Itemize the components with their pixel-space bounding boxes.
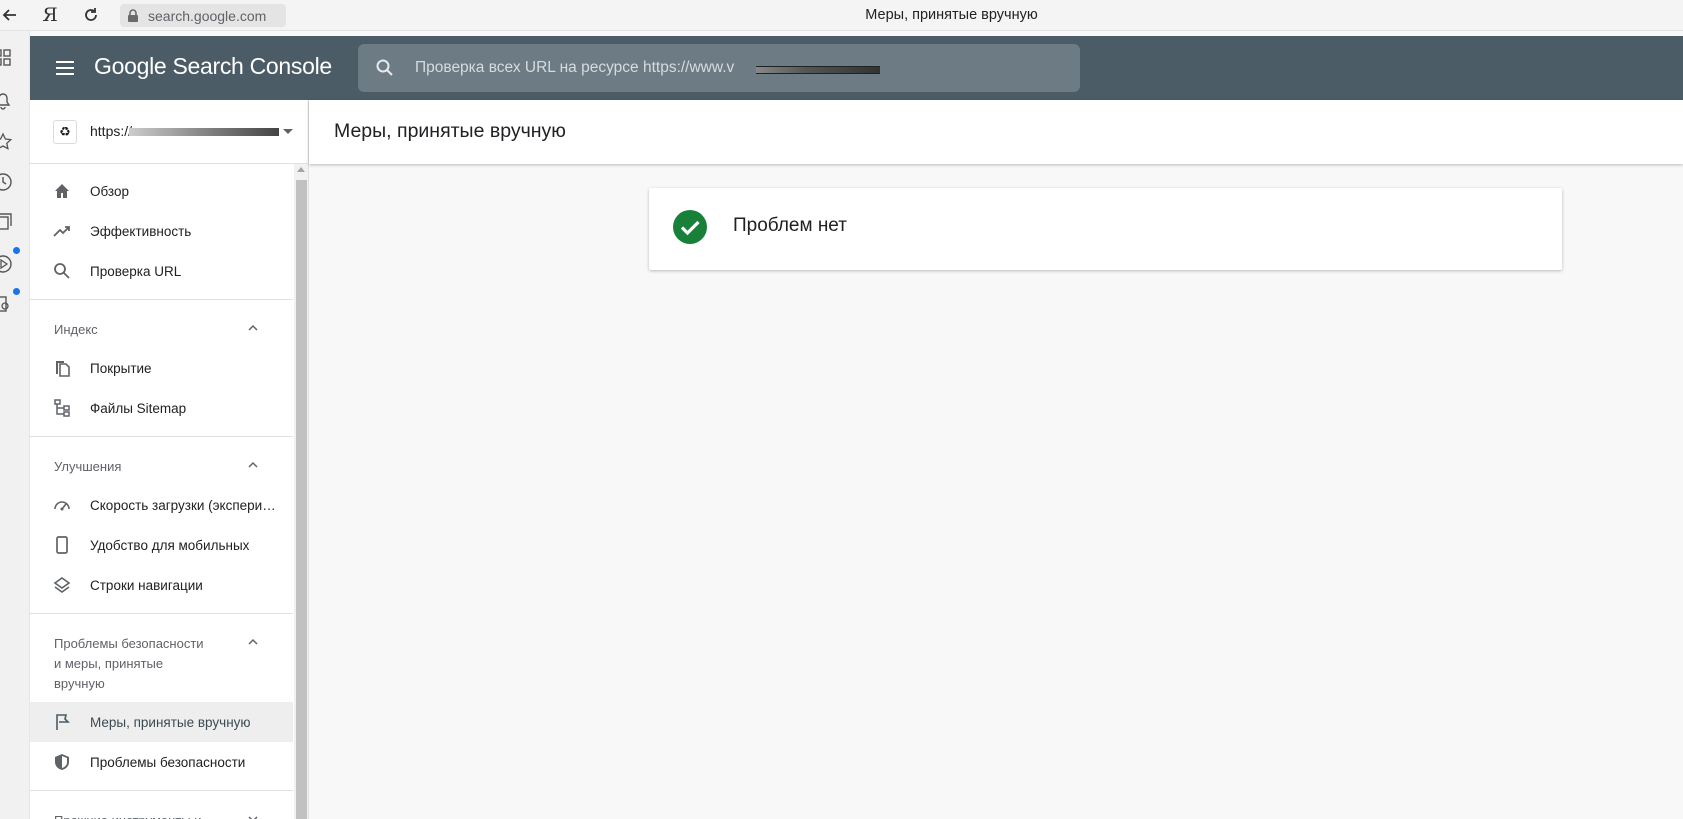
browser-side-rail: [0, 31, 30, 819]
star-icon[interactable]: [0, 131, 14, 153]
section-title: Прежние инструменты и: [54, 811, 202, 819]
section-header-enhancements[interactable]: Улучшения: [30, 445, 293, 485]
sidebar-item-label: Проблемы безопасности: [90, 754, 246, 770]
apps-grid-icon[interactable]: [0, 47, 14, 69]
chevron-up-icon: [248, 324, 258, 331]
layers-icon: [53, 577, 71, 593]
chevron-up-icon: [248, 638, 258, 645]
search-icon: [54, 263, 70, 279]
scroll-up-arrow-icon[interactable]: [297, 167, 305, 172]
sidebar-item-security-issues[interactable]: Проблемы безопасности: [30, 742, 293, 782]
sidebar-item-label: Строки навигации: [90, 577, 203, 593]
property-url: https://: [90, 123, 133, 139]
browser-toolbar: Я search.google.com Меры, принятые вручн…: [0, 0, 1683, 31]
mobile-icon: [56, 536, 68, 554]
sidebar-item-breadcrumbs[interactable]: Строки навигации: [30, 565, 293, 605]
sidebar-item-sitemaps[interactable]: Файлы Sitemap: [30, 388, 293, 428]
check-circle-icon: [673, 210, 707, 244]
chevron-down-icon: [248, 816, 258, 819]
sidebar-scrollbar[interactable]: [294, 164, 308, 819]
sidebar: ♻ https:// Обзор Эффективность Проверка …: [30, 100, 309, 819]
sitemap-icon: [54, 399, 70, 417]
hamburger-menu-icon[interactable]: [55, 56, 75, 80]
search-input[interactable]: [415, 54, 1015, 82]
home-icon: [55, 184, 69, 198]
section-title: Улучшения: [54, 459, 122, 474]
divider: [30, 436, 293, 437]
page-title: Меры, принятые вручную: [334, 120, 566, 142]
caret-down-icon: [283, 129, 293, 134]
page-tab-title: Меры, принятые вручную: [865, 7, 1038, 23]
file-copy-icon: [56, 361, 70, 377]
sidebar-item-performance[interactable]: Эффективность: [30, 211, 293, 251]
notification-dot: [13, 288, 20, 295]
divider: [30, 299, 293, 300]
sidebar-item-overview[interactable]: Обзор: [30, 171, 293, 211]
section-title: Индекс: [54, 322, 98, 337]
section-header-legacy-tools[interactable]: Прежние инструменты и: [30, 799, 293, 819]
flag-icon: [56, 714, 70, 730]
sidebar-item-label: Меры, принятые вручную: [90, 714, 251, 730]
main-header: Меры, принятые вручную: [309, 100, 1683, 164]
status-card: Проблем нет: [649, 188, 1562, 270]
app-header: Google Search Console: [30, 36, 1683, 100]
scrollbar-thumb[interactable]: [296, 180, 307, 819]
sidebar-item-coverage[interactable]: Покрытие: [30, 348, 293, 388]
play-video-icon[interactable]: [0, 253, 14, 275]
sidebar-nav: Обзор Эффективность Проверка URL Индекс …: [30, 165, 293, 819]
chevron-up-icon: [248, 461, 258, 468]
sidebar-item-label: Удобство для мобильных: [90, 537, 250, 553]
sidebar-item-label: Скорость загрузки (экспериментальный отч…: [90, 497, 285, 513]
page-title-bar: Меры, принятые вручную: [0, 7, 1683, 23]
trending-up-icon: [53, 226, 70, 237]
sidebar-item-url-inspection[interactable]: Проверка URL: [30, 251, 293, 291]
speed-icon: [54, 501, 70, 511]
sidebar-item-label: Файлы Sitemap: [90, 400, 187, 416]
property-selector[interactable]: ♻ https://: [30, 100, 308, 164]
brand-logo[interactable]: Google Search Console: [94, 53, 332, 80]
sidebar-item-speed[interactable]: Скорость загрузки (экспериментальный отч…: [30, 485, 293, 525]
divider: [30, 613, 293, 614]
redacted-property-url: [129, 128, 279, 136]
collections-icon[interactable]: [0, 211, 14, 233]
section-title: Проблемы безопасности и меры, принятые в…: [54, 636, 204, 691]
section-header-index[interactable]: Индекс: [30, 308, 293, 348]
search-document-icon[interactable]: [0, 293, 14, 315]
url-inspection-search[interactable]: [358, 44, 1080, 92]
sidebar-item-label: Обзор: [90, 183, 129, 199]
bell-icon[interactable]: [0, 89, 14, 111]
section-header-security[interactable]: Проблемы безопасности и меры, принятые в…: [30, 622, 293, 702]
sidebar-item-label: Эффективность: [90, 223, 192, 239]
search-icon: [376, 59, 393, 76]
sidebar-item-label: Покрытие: [90, 360, 152, 376]
sidebar-item-manual-actions[interactable]: Меры, принятые вручную: [30, 702, 293, 742]
status-text: Проблем нет: [733, 215, 847, 236]
sidebar-item-mobile-usability[interactable]: Удобство для мобильных: [30, 525, 293, 565]
sidebar-item-label: Проверка URL: [90, 263, 182, 279]
notification-dot: [13, 247, 20, 254]
history-clock-icon[interactable]: [0, 171, 14, 193]
shield-icon: [55, 754, 69, 770]
redacted-url: [756, 66, 880, 74]
divider: [30, 790, 293, 791]
property-recycle-icon: ♻: [53, 120, 77, 144]
